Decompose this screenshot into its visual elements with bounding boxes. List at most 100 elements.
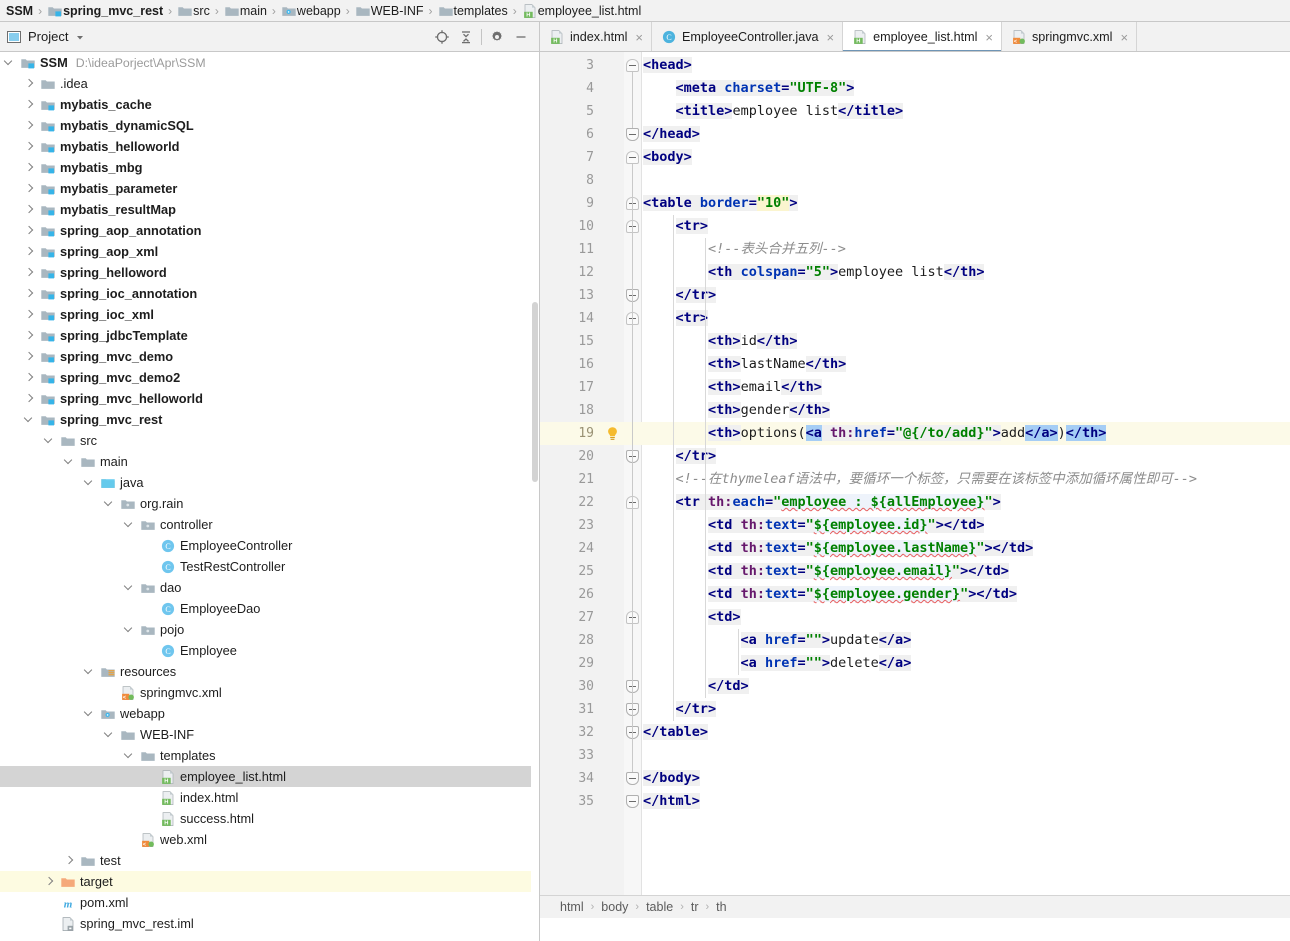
intention-bulb-icon[interactable] xyxy=(606,426,619,441)
tree-node-dao[interactable]: dao xyxy=(0,577,539,598)
code-line-7[interactable]: 7<body> xyxy=(540,146,1290,169)
tree-toggle-down-icon[interactable] xyxy=(64,456,75,467)
tree-node-pojo[interactable]: pojo xyxy=(0,619,539,640)
editor-tab-employeecontroller-java[interactable]: CEmployeeController.java× xyxy=(652,22,843,52)
code-line-9[interactable]: 9<table border="10"> xyxy=(540,192,1290,215)
tree-toggle-right-icon[interactable] xyxy=(44,876,55,887)
tree-node-web.xml[interactable]: <web.xml xyxy=(0,829,539,850)
tree-toggle-right-icon[interactable] xyxy=(64,855,75,866)
breadcrumb-item-ssm[interactable]: SSM xyxy=(6,0,33,22)
code-line-20[interactable]: 20</tr> xyxy=(540,445,1290,468)
editor-breadcrumb-item-table[interactable]: table xyxy=(646,900,673,914)
code-line-4[interactable]: 4<meta charset="UTF-8"> xyxy=(540,77,1290,100)
code-line-28[interactable]: 28<a href="">update</a> xyxy=(540,629,1290,652)
code-line-31[interactable]: 31</tr> xyxy=(540,698,1290,721)
project-tree-scroll-thumb[interactable] xyxy=(532,302,538,482)
tree-toggle-down-icon[interactable] xyxy=(124,624,135,635)
tree-node-main[interactable]: main xyxy=(0,451,539,472)
tree-toggle-down-icon[interactable] xyxy=(24,414,35,425)
breadcrumb-item-main[interactable]: main xyxy=(224,0,267,22)
tree-toggle-right-icon[interactable] xyxy=(24,330,35,341)
breadcrumb-item-spring_mvc_rest[interactable]: spring_mvc_rest xyxy=(47,0,163,22)
code-line-32[interactable]: 32</table> xyxy=(540,721,1290,744)
tree-node-test[interactable]: test xyxy=(0,850,539,871)
editor-tab-index-html[interactable]: Hindex.html× xyxy=(540,22,652,52)
code-line-30[interactable]: 30</td> xyxy=(540,675,1290,698)
tree-node-ssm[interactable]: SSMD:\ideaPorject\Apr\SSM xyxy=(0,52,539,73)
tree-toggle-down-icon[interactable] xyxy=(84,708,95,719)
tree-node-employee[interactable]: CEmployee xyxy=(0,640,539,661)
code-line-15[interactable]: 15<th>id</th> xyxy=(540,330,1290,353)
tree-toggle-right-icon[interactable] xyxy=(24,141,35,152)
tree-toggle-right-icon[interactable] xyxy=(24,288,35,299)
tree-toggle-down-icon[interactable] xyxy=(104,729,115,740)
tree-node-testrestcontroller[interactable]: CTestRestController xyxy=(0,556,539,577)
tree-toggle-down-icon[interactable] xyxy=(44,435,55,446)
code-line-24[interactable]: 24<td th:text="${employee.lastName}"></t… xyxy=(540,537,1290,560)
code-line-35[interactable]: 35</html> xyxy=(540,790,1290,813)
fold-marker-line-7[interactable] xyxy=(626,151,639,164)
tree-toggle-down-icon[interactable] xyxy=(124,519,135,530)
code-line-33[interactable]: 33 xyxy=(540,744,1290,767)
editor-breadcrumb-item-th[interactable]: th xyxy=(716,900,726,914)
tree-node-employeecontroller[interactable]: CEmployeeController xyxy=(0,535,539,556)
select-opened-file-icon[interactable] xyxy=(430,26,454,48)
tree-node-mybatis_resultmap[interactable]: mybatis_resultMap xyxy=(0,199,539,220)
code-line-3[interactable]: 3<head> xyxy=(540,54,1290,77)
code-line-16[interactable]: 16<th>lastName</th> xyxy=(540,353,1290,376)
code-line-10[interactable]: 10<tr> xyxy=(540,215,1290,238)
breadcrumb-item-src[interactable]: src xyxy=(177,0,210,22)
breadcrumb-item-webapp[interactable]: webapp xyxy=(281,0,341,22)
tree-node-webapp[interactable]: webapp xyxy=(0,703,539,724)
editor-breadcrumb-item-html[interactable]: html xyxy=(560,900,584,914)
fold-marker-line-6[interactable] xyxy=(626,128,639,141)
hide-panel-icon[interactable] xyxy=(509,26,533,48)
code-content[interactable]: 3<head>4<meta charset="UTF-8">5<title>em… xyxy=(540,52,1290,918)
tree-toggle-right-icon[interactable] xyxy=(24,246,35,257)
code-line-23[interactable]: 23<td th:text="${employee.id}"></td> xyxy=(540,514,1290,537)
tree-toggle-right-icon[interactable] xyxy=(24,393,35,404)
code-line-25[interactable]: 25<td th:text="${employee.email}"></td> xyxy=(540,560,1290,583)
editor-breadcrumb[interactable]: html›body›table›tr›th xyxy=(540,895,1290,918)
close-icon[interactable]: × xyxy=(1120,31,1128,44)
tree-node-mybatis_dynamicsql[interactable]: mybatis_dynamicSQL xyxy=(0,115,539,136)
tree-toggle-right-icon[interactable] xyxy=(24,225,35,236)
tree-toggle-down-icon[interactable] xyxy=(104,498,115,509)
tree-toggle-right-icon[interactable] xyxy=(24,120,35,131)
breadcrumb-item-templates[interactable]: templates xyxy=(438,0,508,22)
code-line-29[interactable]: 29<a href="">delete</a> xyxy=(540,652,1290,675)
tree-node-spring_mvc_demo[interactable]: spring_mvc_demo xyxy=(0,346,539,367)
code-line-21[interactable]: 21<!--在thymeleaf语法中，要循环一个标签，只需要在该标签中添加循环… xyxy=(540,468,1290,491)
tree-toggle-down-icon[interactable] xyxy=(124,750,135,761)
code-line-8[interactable]: 8 xyxy=(540,169,1290,192)
tree-node-spring_aop_annotation[interactable]: spring_aop_annotation xyxy=(0,220,539,241)
code-line-17[interactable]: 17<th>email</th> xyxy=(540,376,1290,399)
code-line-18[interactable]: 18<th>gender</th> xyxy=(540,399,1290,422)
tree-node-mybatis_mbg[interactable]: mybatis_mbg xyxy=(0,157,539,178)
tree-node-spring_mvc_rest.iml[interactable]: spring_mvc_rest.iml xyxy=(0,913,539,934)
tree-node-spring_ioc_xml[interactable]: spring_ioc_xml xyxy=(0,304,539,325)
tree-toggle-right-icon[interactable] xyxy=(24,309,35,320)
editor-tab-springmvc-xml[interactable]: <springmvc.xml× xyxy=(1002,22,1137,52)
tree-node-target[interactable]: target xyxy=(0,871,539,892)
tree-node-controller[interactable]: controller xyxy=(0,514,539,535)
breadcrumb-item-web-inf[interactable]: WEB-INF xyxy=(355,0,424,22)
tree-toggle-right-icon[interactable] xyxy=(24,204,35,215)
tree-node-spring_ioc_annotation[interactable]: spring_ioc_annotation xyxy=(0,283,539,304)
tree-node-.idea[interactable]: .idea xyxy=(0,73,539,94)
tree-toggle-right-icon[interactable] xyxy=(24,351,35,362)
gear-icon[interactable] xyxy=(485,26,509,48)
tree-node-employee_list.html[interactable]: Hemployee_list.html xyxy=(0,766,539,787)
tree-node-mybatis_cache[interactable]: mybatis_cache xyxy=(0,94,539,115)
tree-node-spring_mvc_helloworld[interactable]: spring_mvc_helloworld xyxy=(0,388,539,409)
tree-node-spring_jdbctemplate[interactable]: spring_jdbcTemplate xyxy=(0,325,539,346)
code-editor[interactable]: 3<head>4<meta charset="UTF-8">5<title>em… xyxy=(540,52,1290,918)
tree-node-resources[interactable]: resources xyxy=(0,661,539,682)
code-line-11[interactable]: 11<!--表头合并五列--> xyxy=(540,238,1290,261)
close-icon[interactable]: × xyxy=(985,31,993,44)
tree-node-spring_helloword[interactable]: spring_helloword xyxy=(0,262,539,283)
tree-toggle-down-icon[interactable] xyxy=(84,666,95,677)
editor-tab-employee_list-html[interactable]: Hemployee_list.html× xyxy=(843,22,1002,52)
tree-node-java[interactable]: java xyxy=(0,472,539,493)
code-line-27[interactable]: 27<td> xyxy=(540,606,1290,629)
